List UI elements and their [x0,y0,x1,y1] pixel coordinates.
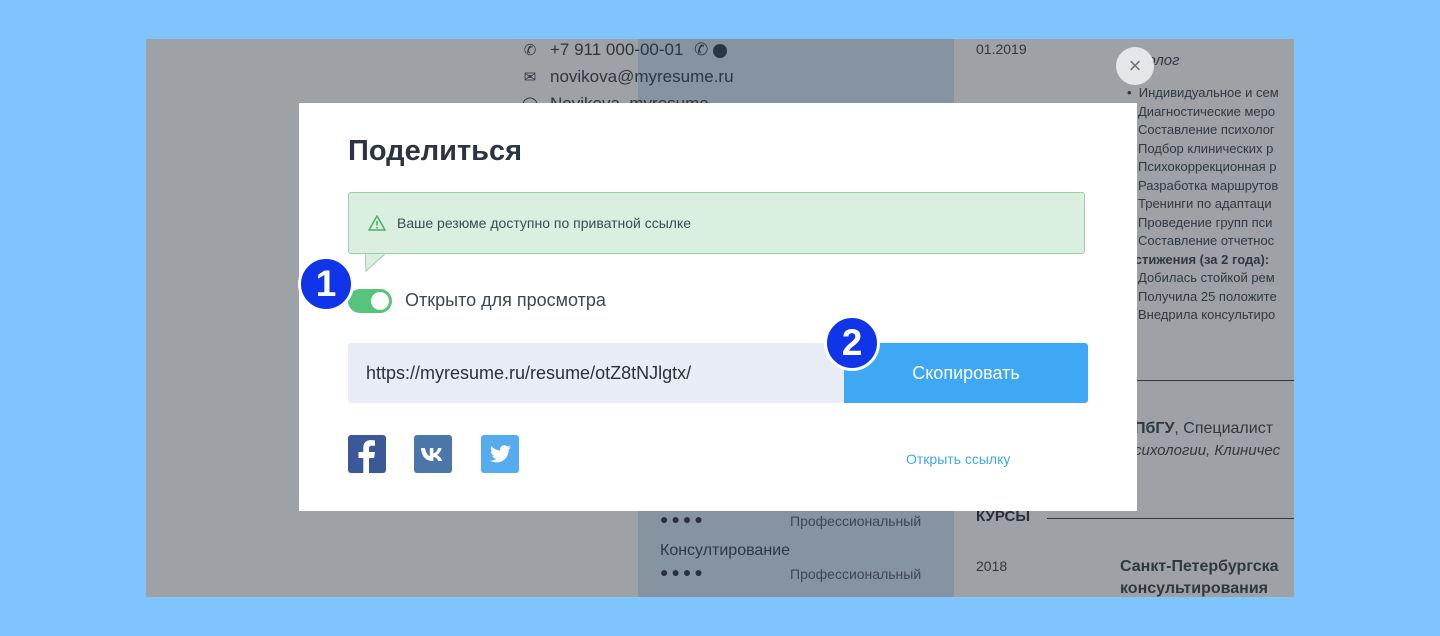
twitter-share-button[interactable] [481,435,519,473]
modal-title: Поделиться [348,135,523,167]
share-modal: Поделиться Ваше резюме доступно по прива… [299,103,1137,511]
close-icon: × [1128,53,1142,78]
alert-text: Ваше резюме доступно по приватной ссылке [397,215,692,231]
copy-button[interactable]: Скопировать [844,343,1088,403]
facebook-icon [358,440,375,473]
warning-icon [368,215,386,231]
step-marker-1: 1 [298,256,354,312]
visibility-toggle-label: Открыто для просмотра [405,290,606,310]
toggle-knob [371,292,389,310]
visibility-toggle[interactable] [348,289,392,313]
open-link[interactable]: Открыть ссылку [906,451,1010,467]
share-url-input[interactable] [348,343,845,403]
close-button[interactable]: × [1116,47,1154,85]
alert-pointer [365,254,386,272]
twitter-icon [489,445,511,463]
vk-share-button[interactable] [414,435,452,473]
vk-icon [421,448,443,461]
facebook-share-button[interactable] [348,435,386,473]
privacy-alert: Ваше резюме доступно по приватной ссылке [348,192,1085,254]
step-marker-2: 2 [824,315,880,371]
